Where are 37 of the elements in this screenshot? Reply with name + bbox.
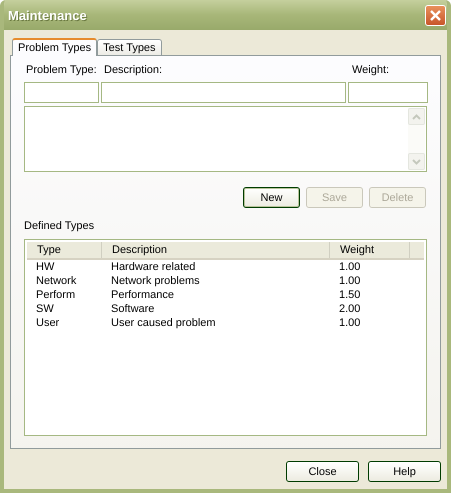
table-cell-text: Software xyxy=(110,302,156,316)
field-label: Description: xyxy=(103,64,164,78)
column-header[interactable]: Description xyxy=(102,242,330,258)
scroll-up-icon[interactable] xyxy=(408,108,425,125)
dialog-button[interactable]: Close xyxy=(286,461,359,482)
table-cell-text: 1.00 xyxy=(338,274,362,288)
tab[interactable]: Test Types xyxy=(97,39,162,55)
input-field[interactable] xyxy=(348,82,428,103)
table-cell-text: HW xyxy=(35,260,56,274)
input-field[interactable] xyxy=(101,82,346,103)
scrollbar[interactable] xyxy=(408,108,425,170)
text-area[interactable] xyxy=(24,106,427,172)
table-cell-text: SW xyxy=(35,302,55,316)
table-cell-text: 1.00 xyxy=(338,260,362,274)
close-icon xyxy=(430,10,441,20)
table-cell-text: Network xyxy=(35,274,78,288)
table-cell-text: 2.00 xyxy=(338,302,362,316)
section-label: Defined Types xyxy=(24,220,96,234)
tab[interactable]: Problem Types xyxy=(12,38,98,56)
column-header[interactable]: Weight xyxy=(330,242,410,258)
table-cell-text: 1.00 xyxy=(338,316,362,330)
field-label: Problem Type: xyxy=(25,64,98,78)
input-field[interactable] xyxy=(24,82,99,103)
table-cell-text: Hardware related xyxy=(110,260,196,274)
field-label: Weight: xyxy=(351,64,390,78)
table-cell-text: 1.50 xyxy=(338,288,362,302)
action-button[interactable]: New xyxy=(243,187,300,208)
table-cell-text: User caused problem xyxy=(110,316,217,330)
column-header[interactable]: Type xyxy=(27,242,102,258)
table-cell-text: Performance xyxy=(110,288,175,302)
close-button[interactable] xyxy=(425,4,446,26)
scroll-down-icon[interactable] xyxy=(408,153,425,170)
dialog-button[interactable]: Help xyxy=(368,461,441,482)
window-title: Maintenance xyxy=(8,8,87,22)
table-cell-text: Network problems xyxy=(110,274,201,288)
table-cell-text: User xyxy=(35,316,60,330)
table-cell-text: Perform xyxy=(35,288,76,302)
